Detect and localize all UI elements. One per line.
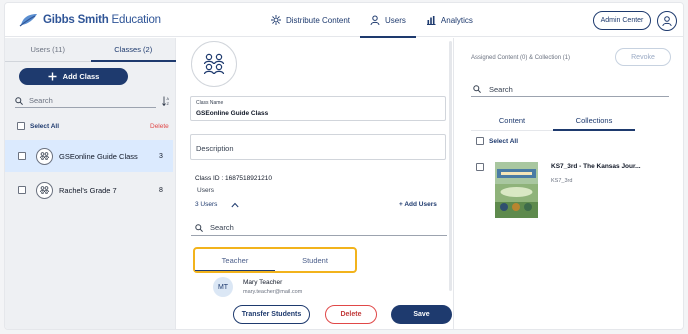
svg-text:A: A bbox=[167, 97, 170, 101]
add-users-link[interactable]: + Add Users bbox=[399, 201, 437, 208]
users-count-toggle[interactable]: 3 Users bbox=[195, 201, 239, 208]
tab-users[interactable]: Users (11) bbox=[5, 38, 91, 61]
save-button[interactable]: Save bbox=[391, 305, 452, 324]
sort-az-icon[interactable]: A Z bbox=[162, 96, 171, 106]
collection-cover-image[interactable] bbox=[495, 162, 538, 218]
brand-logo[interactable]: Gibbs Smith Education bbox=[19, 13, 161, 27]
search-icon bbox=[195, 223, 203, 232]
class-user-count: 8 bbox=[159, 186, 163, 194]
nav-users[interactable]: Users bbox=[360, 3, 416, 38]
admin-center-button[interactable]: Admin Center bbox=[593, 11, 651, 30]
nav-analytics-label: Analytics bbox=[440, 15, 473, 25]
user-icon bbox=[370, 15, 380, 25]
collection-title: KS7_3rd - The Kansas Jour... bbox=[551, 163, 641, 170]
select-all-label: Select All bbox=[30, 122, 60, 130]
assigned-content-panel: Assigned Content (0) & Collection (1) Re… bbox=[459, 38, 683, 329]
select-all-checkbox[interactable] bbox=[476, 137, 484, 145]
class-list-panel: Users (11) Classes (2) Add Class Search … bbox=[5, 38, 176, 329]
users-count: 3 Users bbox=[195, 201, 218, 208]
member-row[interactable]: MT Mary Teacher mary.teacher@mail.com bbox=[213, 277, 302, 297]
collection-checkbox[interactable] bbox=[476, 163, 484, 171]
account-avatar-button[interactable] bbox=[657, 11, 677, 31]
class-row-checkbox[interactable] bbox=[18, 186, 26, 194]
search-placeholder: Search bbox=[489, 84, 513, 94]
nav-analytics[interactable]: Analytics bbox=[416, 3, 483, 37]
class-name: Rachel's Grade 7 bbox=[59, 185, 117, 195]
assigned-summary: Assigned Content (0) & Collection (1) bbox=[471, 55, 571, 61]
search-icon bbox=[473, 85, 481, 93]
select-all-checkbox[interactable] bbox=[17, 122, 25, 130]
group-icon bbox=[36, 181, 53, 199]
class-search-input[interactable]: Search bbox=[15, 94, 156, 108]
search-icon bbox=[15, 96, 23, 105]
brand-name: Gibbs Smith Education bbox=[43, 14, 161, 26]
content-tabs: Content Collections bbox=[471, 110, 635, 131]
select-all-collections[interactable]: Select All bbox=[476, 137, 518, 145]
nav-users-label: Users bbox=[385, 15, 406, 25]
nav-distribute-content[interactable]: Distribute Content bbox=[261, 3, 360, 37]
tab-classes[interactable]: Classes (2) bbox=[90, 38, 177, 62]
class-name-value: GSEonline Guide Class bbox=[196, 110, 269, 117]
description-placeholder: Description bbox=[196, 144, 234, 153]
sun-icon bbox=[271, 15, 281, 25]
member-email: mary.teacher@mail.com bbox=[243, 289, 303, 295]
svg-text:Z: Z bbox=[167, 102, 170, 106]
delete-class-button[interactable]: Delete bbox=[325, 305, 377, 324]
description-field[interactable]: Description bbox=[190, 134, 446, 160]
bar-chart-icon bbox=[426, 16, 436, 25]
class-row-checkbox[interactable] bbox=[18, 152, 26, 160]
main-nav: Distribute Content Users Analytics bbox=[261, 3, 483, 38]
tab-content[interactable]: Content bbox=[471, 110, 553, 130]
member-name: Mary Teacher bbox=[243, 279, 283, 286]
list-tabs: Users (11) Classes (2) bbox=[5, 38, 176, 62]
collection-subtitle: KS7_3rd bbox=[551, 178, 573, 184]
tab-collections[interactable]: Collections bbox=[553, 110, 635, 131]
revoke-button[interactable]: Revoke bbox=[615, 48, 671, 66]
class-user-count: 3 bbox=[159, 152, 163, 160]
group-icon bbox=[36, 147, 53, 165]
app-window: Gibbs Smith Education Distribute Content… bbox=[4, 2, 684, 330]
class-row[interactable]: GSEonline Guide Class 3 bbox=[5, 140, 173, 172]
add-class-label: Add Class bbox=[62, 72, 100, 81]
role-tabs: Teacher Student bbox=[193, 247, 357, 273]
class-name-field[interactable]: Class Name GSEonline Guide Class bbox=[190, 96, 446, 121]
search-placeholder: Search bbox=[29, 96, 53, 105]
transfer-students-button[interactable]: Transfer Students bbox=[233, 305, 310, 324]
class-row[interactable]: Rachel's Grade 7 8 bbox=[5, 174, 173, 206]
detail-scrollbar[interactable] bbox=[449, 41, 452, 291]
select-all-label: Select All bbox=[489, 137, 519, 145]
add-class-button[interactable]: Add Class bbox=[19, 68, 128, 85]
delete-classes-link[interactable]: Delete bbox=[150, 123, 169, 130]
class-name: GSEonline Guide Class bbox=[59, 151, 138, 161]
user-icon bbox=[662, 16, 672, 27]
tab-teacher[interactable]: Teacher bbox=[195, 249, 275, 271]
search-placeholder: Search bbox=[210, 223, 234, 232]
chevron-up-icon bbox=[231, 202, 239, 207]
class-name-label: Class Name bbox=[196, 100, 224, 106]
plus-icon bbox=[48, 72, 57, 81]
class-detail-panel: Class Name GSEonline Guide Class Descrip… bbox=[177, 38, 454, 329]
member-avatar: MT bbox=[213, 277, 233, 297]
top-navigation-bar: Gibbs Smith Education Distribute Content… bbox=[5, 3, 683, 38]
content-search-input[interactable]: Search bbox=[471, 82, 669, 97]
group-icon bbox=[203, 53, 225, 75]
user-search-input[interactable]: Search bbox=[191, 220, 447, 236]
select-all-classes[interactable]: Select All bbox=[17, 122, 59, 130]
class-avatar bbox=[191, 41, 237, 87]
member-info: Mary Teacher mary.teacher@mail.com bbox=[243, 279, 302, 295]
users-heading: Users bbox=[197, 187, 214, 194]
nav-distribute-label: Distribute Content bbox=[286, 15, 351, 25]
leaf-logo-icon bbox=[19, 14, 37, 27]
tab-student[interactable]: Student bbox=[275, 249, 355, 271]
class-id: Class ID : 1687518921210 bbox=[195, 175, 272, 182]
